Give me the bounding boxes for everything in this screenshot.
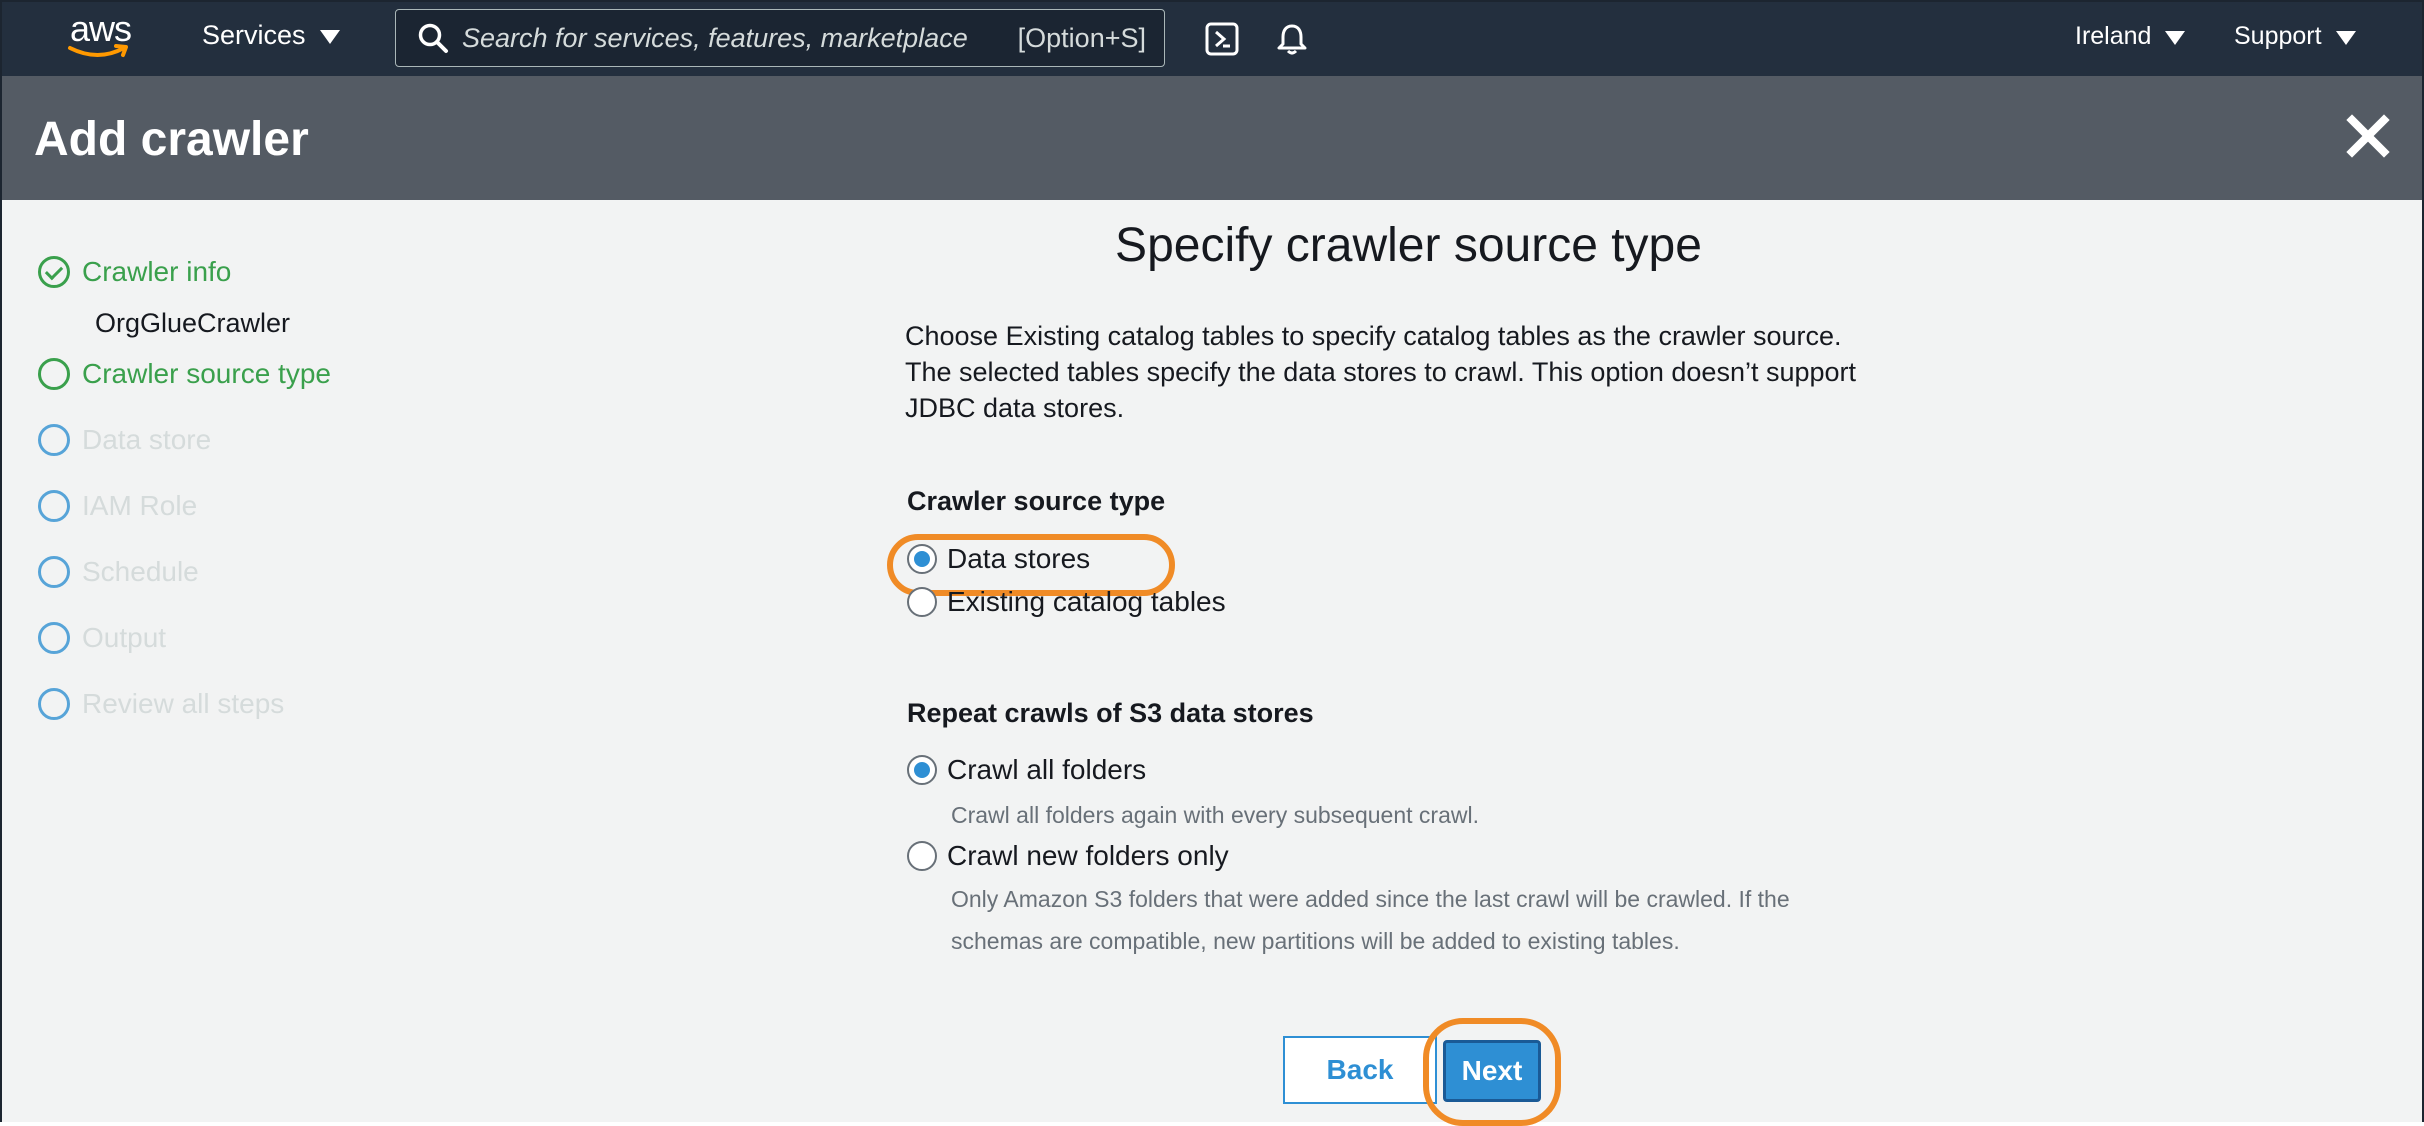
circle-icon — [38, 688, 70, 720]
radio-label: Existing catalog tables — [947, 586, 1226, 617]
radio-crawl-new-folders-only[interactable]: Crawl new folders only — [907, 840, 1229, 872]
radio-button[interactable] — [907, 841, 937, 871]
radio-button[interactable] — [907, 755, 937, 785]
step-label: Crawler info — [82, 256, 232, 287]
step-review-all-steps: Review all steps — [38, 688, 284, 720]
chevron-down-icon — [319, 29, 340, 44]
next-button[interactable]: Next — [1443, 1040, 1541, 1102]
step-label: Crawler source type — [82, 358, 331, 389]
section-heading: Specify crawler source type — [1115, 219, 1702, 272]
radio-button[interactable] — [907, 544, 937, 574]
wizard-content: Specify crawler source type Choose Exist… — [395, 200, 2422, 1126]
aws-smile-icon — [68, 44, 128, 57]
radio-crawl-all-folders[interactable]: Crawl all folders — [907, 754, 1146, 786]
wizard-steps-sidebar: Crawler info OrgGlueCrawler Crawler sour… — [2, 200, 395, 1122]
radio-button[interactable] — [907, 587, 937, 617]
close-icon[interactable] — [2346, 114, 2390, 158]
wizard-header: Add crawler — [2, 76, 2422, 200]
step-iam-role: IAM Role — [38, 490, 197, 522]
step-label: Data store — [82, 424, 212, 455]
step-label: Schedule — [82, 556, 199, 587]
region-label: Ireland — [2075, 22, 2152, 50]
description-line: Choose Existing catalog tables to specif… — [905, 321, 1842, 351]
check-circle-icon — [38, 256, 70, 288]
services-menu[interactable]: Services — [202, 20, 340, 51]
circle-icon — [38, 424, 70, 456]
page-title: Add crawler — [34, 113, 309, 166]
search-shortcut-hint: [Option+S] — [1017, 22, 1146, 53]
support-menu[interactable]: Support — [2234, 22, 2356, 51]
description-line: The selected tables specify the data sto… — [905, 357, 1857, 387]
step-output: Output — [38, 622, 166, 654]
support-label: Support — [2234, 22, 2322, 50]
circle-icon — [38, 358, 70, 390]
search-icon — [418, 23, 448, 53]
back-button[interactable]: Back — [1283, 1036, 1437, 1104]
radio-label: Crawl new folders only — [947, 840, 1229, 871]
radio-data-stores[interactable]: Data stores — [907, 543, 1090, 575]
step-label: Output — [82, 622, 167, 653]
step-data-store: Data store — [38, 424, 211, 456]
radio-existing-catalog-tables[interactable]: Existing catalog tables — [907, 586, 1226, 618]
description-line: JDBC data stores. — [905, 393, 1125, 423]
crawler-name-summary: OrgGlueCrawler — [95, 308, 291, 338]
chevron-down-icon — [2165, 30, 2186, 45]
step-schedule: Schedule — [38, 556, 199, 588]
step-label: Review all steps — [82, 688, 285, 719]
crawl-new-folders-hint: Only Amazon S3 folders that were added s… — [951, 878, 1891, 962]
search-bar[interactable]: [Option+S] — [395, 9, 1165, 67]
hint-line: Only Amazon S3 folders that were added s… — [951, 886, 1790, 912]
radio-label: Data stores — [947, 543, 1091, 574]
circle-icon — [38, 490, 70, 522]
step-label: IAM Role — [82, 490, 198, 521]
hint-line: schemas are compatible, new partitions w… — [951, 928, 1680, 954]
cloudshell-icon[interactable] — [1205, 22, 1239, 56]
aws-logo[interactable]: aws — [64, 8, 144, 68]
radio-label: Crawl all folders — [947, 754, 1147, 785]
step-crawler-info[interactable]: Crawler info — [38, 256, 231, 288]
circle-icon — [38, 556, 70, 588]
source-type-description: Choose Existing catalog tables to specif… — [905, 318, 1965, 426]
crawl-all-folders-hint: Crawl all folders again with every subse… — [951, 802, 1479, 828]
step-crawler-source-type[interactable]: Crawler source type — [38, 358, 331, 390]
top-navigation: aws Services [Option+S] Ireland Support — [2, 2, 2422, 76]
repeat-crawls-label: Repeat crawls of S3 data stores — [907, 698, 1314, 728]
search-input[interactable] — [462, 22, 1018, 54]
bell-icon[interactable] — [1275, 22, 1309, 56]
chevron-down-icon — [2335, 30, 2356, 45]
region-selector[interactable]: Ireland — [2075, 22, 2186, 51]
circle-icon — [38, 622, 70, 654]
services-label: Services — [202, 20, 306, 50]
crawler-source-type-label: Crawler source type — [907, 486, 1166, 516]
